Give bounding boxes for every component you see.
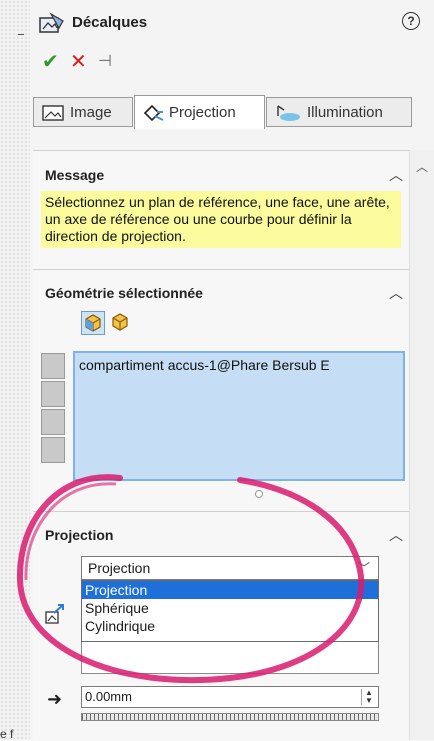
chevron-up-icon[interactable]: ︿ [389, 525, 403, 545]
tab-illumination-label: Illumination [307, 104, 383, 121]
ok-check-icon[interactable]: ✔ [42, 52, 59, 72]
select-faces-button[interactable] [81, 311, 105, 335]
pin-icon[interactable]: ⊣ [98, 52, 112, 72]
clipped-edge-text: e f [0, 727, 14, 741]
distance-value: 0.00mm [85, 689, 132, 704]
filter-surface-icon[interactable] [41, 381, 65, 407]
section-divider [33, 511, 411, 512]
filter-component-icon[interactable] [41, 437, 65, 463]
filter-face-icon[interactable] [41, 353, 65, 379]
tab-projection[interactable]: Projection [134, 95, 265, 129]
tab-image-label: Image [70, 104, 112, 121]
image-icon [42, 105, 64, 121]
projection-tab-icon [143, 104, 164, 122]
projection-section-title: Projection [45, 527, 114, 543]
projection-selected-value: Projection [88, 560, 151, 576]
projection-dropdown-list[interactable]: Projection Sphérique Cylindrique [81, 580, 379, 642]
background-pattern [0, 0, 30, 740]
projection-type-select[interactable]: Projection ﹀ [81, 556, 379, 580]
list-item[interactable]: compartiment accus-1@Phare Bersub E [79, 357, 401, 373]
projection-distance-input[interactable]: 0.00mm ▲ ▼ [81, 686, 379, 708]
component-icon [112, 313, 128, 331]
chevron-down-icon: ﹀ [357, 561, 370, 575]
illumination-icon [277, 105, 300, 121]
dropdown-option-spherique[interactable]: Sphérique [82, 599, 378, 617]
section-divider [33, 269, 411, 270]
property-scroll-area[interactable]: Message ︿ Sélectionnez un plan de référe… [33, 150, 411, 741]
scroll-up-icon[interactable]: ︿ [416, 158, 428, 175]
distance-slider[interactable] [81, 713, 379, 721]
cancel-x-icon[interactable]: ✕ [70, 52, 87, 72]
dropdown-option-projection[interactable]: Projection [82, 581, 378, 599]
tab-projection-label: Projection [169, 104, 236, 121]
chevron-up-icon[interactable]: ︿ [389, 283, 403, 303]
filter-body-icon[interactable] [41, 409, 65, 435]
projection-direction-icon [45, 604, 64, 624]
geometry-section-title: Géométrie sélectionnée [45, 285, 203, 301]
chevron-up-icon[interactable]: ︿ [389, 165, 403, 185]
projection-reference-box[interactable] [81, 642, 379, 674]
dropdown-option-cylindrique[interactable]: Cylindrique [82, 617, 378, 635]
select-components-button[interactable] [109, 311, 133, 335]
help-icon[interactable]: ? [402, 12, 420, 30]
panel-title: Décalques [72, 14, 148, 31]
decals-property-manager: Décalques ? ✔ ✕ ⊣ Image Projection Illum… [30, 0, 434, 741]
selected-geometry-list[interactable]: compartiment accus-1@Phare Bersub E [73, 351, 405, 481]
tab-bar: Image Projection Illumination [33, 95, 413, 129]
tab-illumination[interactable]: Illumination [266, 97, 412, 127]
list-resize-handle[interactable] [255, 490, 263, 498]
tab-image[interactable]: Image [33, 97, 133, 127]
decal-icon [39, 12, 64, 33]
face-cube-icon [85, 314, 101, 332]
distance-spinner[interactable]: ▲ ▼ [361, 689, 376, 705]
vertical-scrollbar[interactable]: ︿ [409, 150, 434, 740]
message-section-title: Message [45, 167, 105, 183]
message-box: Sélectionnez un plan de référence, une f… [41, 191, 401, 248]
edge-dash [18, 34, 24, 35]
arrow-right-icon: ➜ [47, 689, 63, 709]
